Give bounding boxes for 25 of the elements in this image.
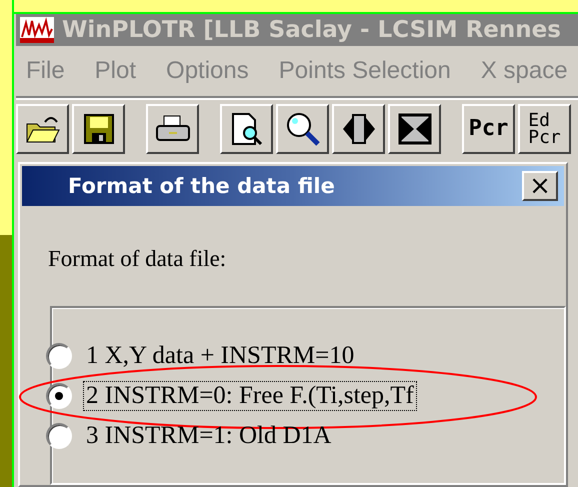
folder-icon (24, 114, 60, 144)
option-label[interactable]: 3 INSTRM=1: Old D1A (84, 422, 334, 450)
horizontal-arrows-icon (342, 112, 376, 146)
toolbar-button[interactable] (16, 104, 69, 154)
prompt-label: Format of data file: (48, 246, 228, 272)
search-icon (284, 111, 320, 147)
radio-button[interactable] (46, 383, 72, 409)
toolbar-button[interactable] (72, 104, 125, 154)
option-label[interactable]: 1 X,Y data + INSTRM=10 (84, 342, 356, 370)
toolbar-text-button[interactable]: Ed Pcr (518, 104, 571, 154)
toolbar-button[interactable] (388, 104, 441, 154)
inward-arrows-icon (398, 112, 432, 146)
app-logo-icon (20, 17, 54, 43)
radio-button[interactable] (46, 423, 72, 449)
toolbar-button[interactable] (220, 104, 273, 154)
toolbar-button[interactable] (332, 104, 385, 154)
close-button[interactable]: × (522, 171, 558, 201)
radio-button[interactable] (46, 343, 72, 369)
window-title: WinPLOTR [LLB Saclay - LCSIM Rennes (62, 17, 561, 43)
toolbar-text-button[interactable]: Pcr (462, 104, 515, 154)
printer-icon (154, 114, 190, 144)
toolbar-button[interactable] (276, 104, 329, 154)
toolbar-button[interactable] (146, 104, 199, 154)
page-magnifier-icon (230, 112, 264, 146)
dialog-title: Format of the data file (68, 174, 336, 198)
